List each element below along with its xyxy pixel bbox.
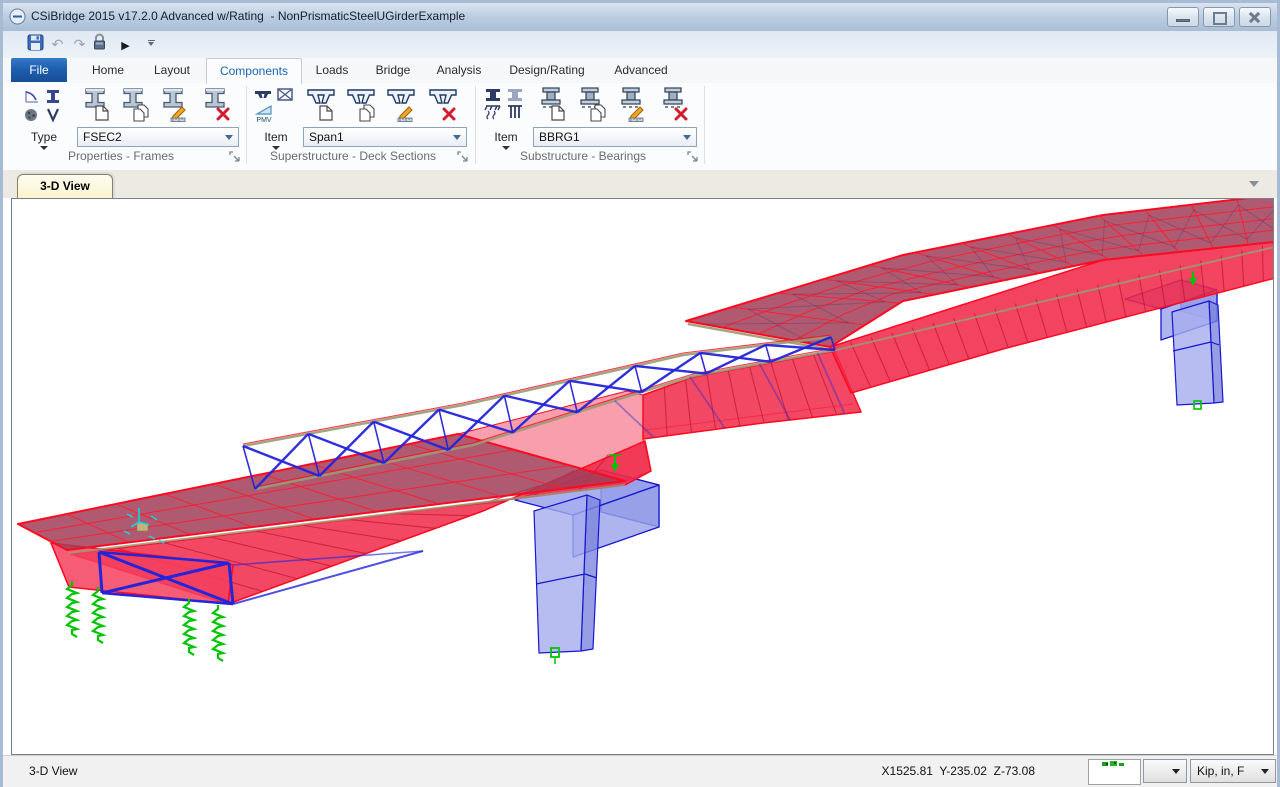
group-deck-sections: PMV Item Span1 Superstructure - Deck S <box>249 83 471 167</box>
toolbar-options-icon <box>148 40 155 41</box>
bearing-item-icon <box>483 86 529 124</box>
lock-button[interactable] <box>89 33 110 54</box>
tab-layout[interactable]: Layout <box>141 58 203 82</box>
tab-file[interactable]: File <box>11 58 67 82</box>
tab-analysis[interactable]: Analysis <box>425 58 493 82</box>
bearings-dialog-launcher[interactable] <box>687 151 698 162</box>
group-separator <box>475 86 476 164</box>
deck-item-icon: PMV <box>253 86 299 124</box>
chevron-down-icon <box>1261 769 1269 774</box>
deck-copy-button[interactable] <box>345 85 379 125</box>
undo-button[interactable]: ↶ <box>47 34 68 55</box>
group-label-bearings: Substructure - Bearings <box>479 149 687 163</box>
status-bar: 3-D View X1525.81 Y-235.02 Z-73.08 Kip, … <box>3 755 1277 787</box>
window-title: CSiBridge 2015 v17.2.0 Advanced w/Rating… <box>31 9 465 23</box>
app-window: CSiBridge 2015 v17.2.0 Advanced w/Rating… <box>0 0 1280 787</box>
units-value: Kip, in, F <box>1197 764 1244 778</box>
bearing-delete-button[interactable] <box>657 85 691 125</box>
frame-section-select[interactable]: FSEC2 <box>77 127 239 147</box>
pmv-label: PMV <box>256 117 272 124</box>
status-view-label: 3-D View <box>29 764 77 778</box>
bearing-new-button[interactable] <box>535 85 569 125</box>
chevron-down-icon <box>453 135 461 140</box>
frame-copy-button[interactable] <box>118 85 152 125</box>
close-button[interactable] <box>1239 7 1271 27</box>
window-list-dropdown-icon[interactable] <box>1249 181 1259 187</box>
minimize-button[interactable] <box>1167 7 1199 27</box>
tab-loads[interactable]: Loads <box>303 58 361 82</box>
save-icon <box>27 34 44 51</box>
undo-icon: ↶ <box>52 36 64 52</box>
redo-button[interactable]: ↷ <box>69 34 90 55</box>
group-bearings: Item BBRG1 Substructure - Bearings <box>479 83 701 167</box>
chevron-down-icon <box>1172 769 1180 774</box>
group-label-frames: Properties - Frames <box>13 149 229 163</box>
quick-access-toolbar: ↶ ↷ ▶ <box>3 31 1277 58</box>
deck-item-label: Item <box>251 130 301 144</box>
deck-modify-button[interactable] <box>385 85 419 125</box>
3d-scene <box>12 199 1273 754</box>
ribbon-tab-bar: File Home Layout Components Loads Bridge… <box>3 58 1277 84</box>
toolbar-options-button[interactable] <box>145 39 157 51</box>
redo-icon: ↷ <box>74 36 86 52</box>
deck-dialog-launcher[interactable] <box>457 151 468 162</box>
chevron-down-icon <box>683 135 691 140</box>
frame-type-icon <box>22 86 66 124</box>
group-properties-frames: Type FSEC2 Properties - Frames <box>13 83 243 167</box>
run-icon: ▶ <box>121 40 129 52</box>
bearing-item-label: Item <box>481 130 531 144</box>
frame-new-button[interactable] <box>79 85 113 125</box>
bearing-copy-button[interactable] <box>575 85 609 125</box>
frames-dialog-launcher[interactable] <box>229 151 240 162</box>
deck-section-value: Span1 <box>309 130 344 144</box>
tab-bridge[interactable]: Bridge <box>363 58 423 82</box>
chevron-down-icon <box>225 135 233 140</box>
group-label-deck-sections: Superstructure - Deck Sections <box>249 149 457 163</box>
group-separator <box>246 86 247 164</box>
lock-icon <box>92 33 107 51</box>
frame-modify-button[interactable] <box>157 85 191 125</box>
run-analysis-button[interactable]: ▶ <box>115 34 136 55</box>
document-tab-strip: 3-D View <box>3 170 1277 198</box>
title-bar: CSiBridge 2015 v17.2.0 Advanced w/Rating… <box>3 3 1277 32</box>
status-coordinates: X1525.81 Y-235.02 Z-73.08 <box>882 764 1035 778</box>
ribbon: Type FSEC2 Properties - Frames <box>3 83 1277 171</box>
frame-delete-button[interactable] <box>199 85 233 125</box>
deck-new-button[interactable] <box>305 85 339 125</box>
vehicle-preview-icon <box>1089 760 1138 782</box>
status-extra-dropdown[interactable] <box>1143 759 1187 783</box>
units-select[interactable]: Kip, in, F <box>1190 759 1276 783</box>
tab-advanced[interactable]: Advanced <box>603 58 679 82</box>
bearing-select[interactable]: BBRG1 <box>533 127 697 147</box>
bearing-modify-button[interactable] <box>615 85 649 125</box>
maximize-button[interactable] <box>1203 7 1235 27</box>
animation-preview-box <box>1088 759 1141 785</box>
tab-3d-view[interactable]: 3-D View <box>17 174 113 199</box>
frame-type-label: Type <box>19 130 69 144</box>
frame-section-value: FSEC2 <box>83 130 122 144</box>
tab-design-rating[interactable]: Design/Rating <box>497 58 597 82</box>
tab-home[interactable]: Home <box>78 58 138 82</box>
deck-delete-button[interactable] <box>427 85 461 125</box>
deck-section-select[interactable]: Span1 <box>303 127 467 147</box>
tab-components[interactable]: Components <box>206 58 302 84</box>
group-separator <box>704 86 705 164</box>
3d-viewport[interactable] <box>11 198 1274 755</box>
app-logo-icon <box>9 8 26 25</box>
bearing-value: BBRG1 <box>539 130 580 144</box>
save-button[interactable] <box>25 34 46 55</box>
